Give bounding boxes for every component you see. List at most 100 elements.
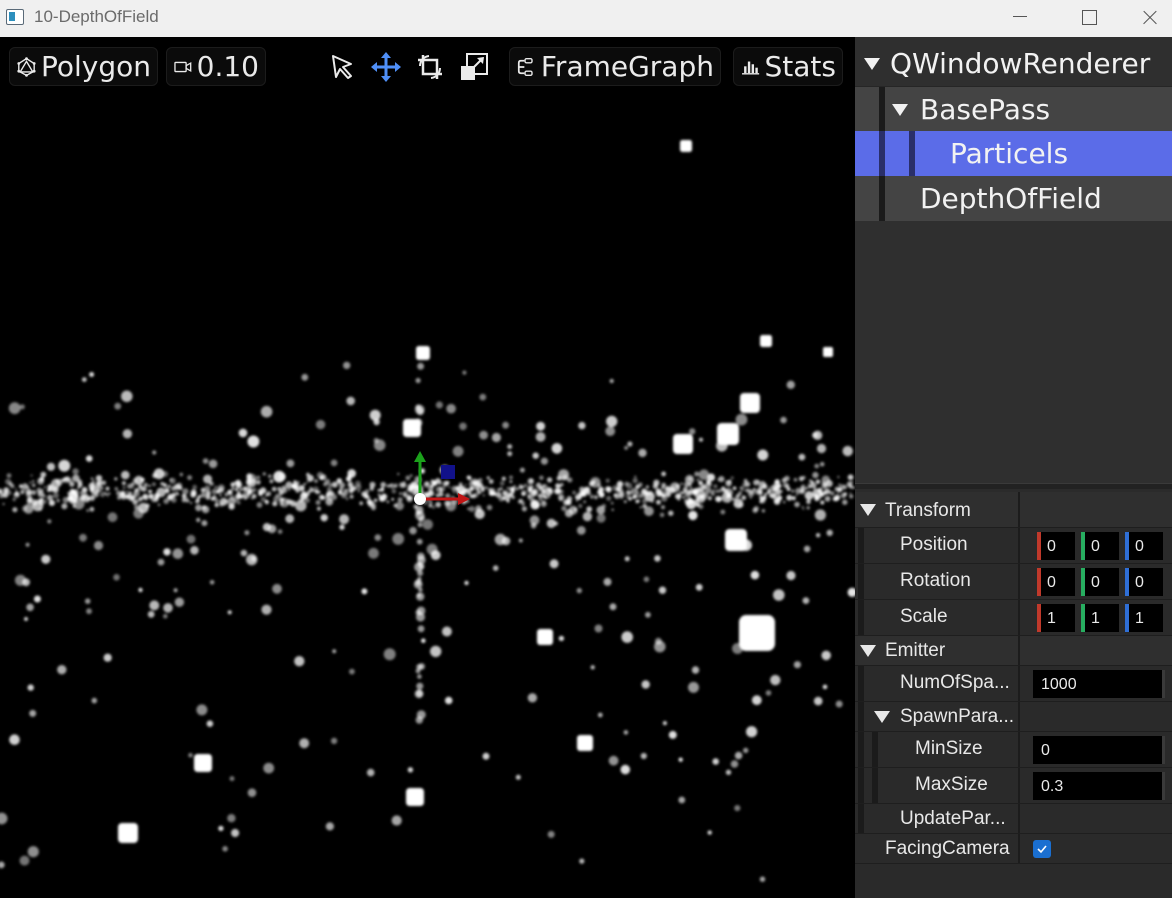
gizmo-center-handle[interactable]	[414, 493, 426, 505]
particle	[486, 476, 490, 480]
particle	[607, 486, 612, 491]
position-z-field[interactable]: 0	[1125, 532, 1163, 560]
particle	[724, 490, 727, 493]
stats-button[interactable]: Stats	[733, 47, 843, 86]
particle	[654, 555, 661, 562]
tree-item-basepass[interactable]: BasePass	[855, 86, 1172, 132]
rotation-y-field[interactable]: 0	[1081, 568, 1119, 596]
particle	[518, 484, 523, 489]
expand-arrow-icon[interactable]	[892, 104, 908, 116]
close-icon[interactable]	[1120, 0, 1168, 34]
spawn-params-label: SpawnPara...	[900, 706, 1015, 727]
particle	[638, 448, 647, 458]
particle	[391, 488, 397, 494]
particle	[557, 494, 565, 501]
particle	[163, 483, 167, 487]
particle	[547, 830, 555, 838]
minimize-icon[interactable]	[996, 0, 1044, 34]
gizmo-y-arrow-icon[interactable]	[414, 451, 426, 462]
rotation-x-field[interactable]: 0	[1037, 568, 1075, 596]
particle	[237, 500, 241, 505]
particle	[753, 479, 760, 486]
particle	[686, 499, 697, 510]
spawn-params-group-header[interactable]: SpawnPara...	[855, 702, 1172, 732]
particle	[502, 490, 507, 495]
bokeh-particle	[577, 735, 593, 751]
position-x-field[interactable]: 0	[1037, 532, 1075, 560]
particle	[417, 674, 422, 679]
particle	[56, 478, 63, 486]
particle	[527, 478, 534, 485]
particle	[717, 488, 722, 493]
tree-item-particels[interactable]: Particels	[855, 131, 1172, 176]
particle	[117, 495, 122, 500]
framegraph-button[interactable]: FrameGraph	[509, 47, 721, 86]
num-of-spawn-field[interactable]: 1000	[1033, 670, 1165, 698]
particle	[56, 498, 60, 503]
particle	[68, 490, 79, 502]
emitter-group-header[interactable]: Emitter	[855, 636, 1172, 666]
min-size-field[interactable]: 0	[1033, 736, 1165, 764]
particle	[57, 665, 67, 675]
camera-speed-button[interactable]: 0.10	[166, 47, 266, 86]
particle	[14, 487, 17, 490]
particle	[586, 490, 591, 496]
collapse-arrow-icon[interactable]	[860, 504, 876, 516]
move-arrows-icon[interactable]	[370, 51, 402, 83]
tree-item-label: BasePass	[920, 93, 1051, 126]
particle	[798, 476, 804, 482]
particle	[689, 428, 696, 435]
particle	[743, 479, 748, 483]
scale-x-field[interactable]: 1	[1037, 604, 1075, 632]
particle	[479, 430, 488, 440]
particle	[151, 482, 156, 487]
polygon-mode-button[interactable]: Polygon	[9, 47, 158, 86]
tree-item-qwindowrenderer[interactable]: QWindowRenderer	[855, 41, 1172, 86]
maximize-icon[interactable]	[1064, 0, 1112, 34]
gizmo-z-plane-handle[interactable]	[441, 465, 455, 479]
rotate-crop-icon[interactable]	[414, 51, 446, 83]
transform-gizmo[interactable]	[400, 447, 480, 517]
max-size-field[interactable]: 0.3	[1033, 772, 1165, 800]
property-inspector: Transform Position 0 0 0 Rotation 0 0 0 …	[855, 492, 1172, 898]
particle	[707, 496, 713, 501]
rotation-z-field[interactable]: 0	[1125, 568, 1163, 596]
particle	[751, 695, 762, 706]
position-y-field[interactable]: 0	[1081, 532, 1119, 560]
particle	[768, 488, 774, 494]
indent-guide	[879, 176, 885, 221]
tree-item-label: QWindowRenderer	[890, 47, 1151, 80]
particle	[19, 855, 30, 866]
particle	[632, 496, 635, 500]
particle	[417, 362, 425, 370]
particle	[32, 480, 35, 483]
particle	[299, 738, 310, 749]
scene-viewport[interactable]: Polygon 0.10 FrameGraph Stats	[0, 37, 855, 898]
select-cursor-icon[interactable]	[326, 51, 358, 83]
expand-arrow-icon[interactable]	[864, 58, 880, 70]
particle	[773, 497, 779, 503]
particle	[605, 426, 616, 437]
tree-item-depthoffield[interactable]: DepthOfField	[855, 176, 1172, 221]
gizmo-x-arrow-icon[interactable]	[458, 493, 470, 505]
particle	[238, 428, 248, 438]
particle	[6, 473, 12, 478]
particle	[114, 402, 122, 410]
collapse-arrow-icon[interactable]	[874, 711, 890, 723]
particle	[81, 487, 88, 493]
particle	[27, 846, 39, 858]
update-params-row[interactable]: UpdatePar...	[855, 804, 1172, 834]
scale-resize-icon[interactable]	[458, 51, 490, 83]
particle	[277, 486, 282, 492]
transform-group-header[interactable]: Transform	[855, 492, 1172, 528]
facing-camera-checkbox[interactable]	[1033, 840, 1051, 858]
particle	[816, 443, 827, 454]
particle	[800, 484, 806, 489]
particle	[147, 610, 155, 618]
scale-z-field[interactable]: 1	[1125, 604, 1163, 632]
particle	[260, 405, 273, 418]
collapse-arrow-icon[interactable]	[860, 645, 876, 657]
particle	[836, 491, 840, 495]
panel-splitter[interactable]	[855, 483, 1172, 489]
scale-y-field[interactable]: 1	[1081, 604, 1119, 632]
